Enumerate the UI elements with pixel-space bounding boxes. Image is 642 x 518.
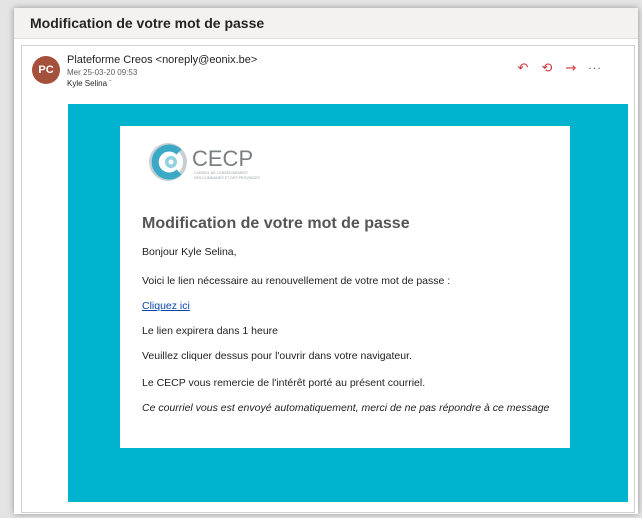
recipient-name: Kyle Selina	[67, 79, 108, 88]
logo-wordmark: CECP	[192, 146, 253, 171]
email-body-content: CECP CONSEIL DE L'ENSEIGNEMENT DES COMMU…	[120, 126, 570, 448]
message-window: Modification de votre mot de passe PC Pl…	[14, 8, 638, 514]
instruction-text: Veuillez cliquer dessus pour l'ouvrir da…	[142, 350, 412, 362]
cecp-logo: CECP CONSEIL DE L'ENSEIGNEMENT DES COMMU…	[149, 143, 260, 181]
body-heading: Modification de votre mot de passe	[142, 215, 410, 232]
greeting: Bonjour Kyle Selina,	[142, 246, 237, 258]
forward-icon[interactable]: →	[563, 62, 579, 75]
recipient[interactable]: Kyle Selina ˇ	[67, 79, 112, 88]
reply-all-icon[interactable]: ⟲	[539, 62, 555, 75]
message-card: PC Plateforme Creos <noreply@eonix.be> M…	[21, 45, 635, 513]
email-body-background: CECP CONSEIL DE L'ENSEIGNEMENT DES COMMU…	[68, 104, 628, 502]
subject-bar: Modification de votre mot de passe	[14, 8, 638, 39]
email-subject: Modification de votre mot de passe	[30, 15, 265, 31]
chevron-down-icon[interactable]: ˇ	[109, 79, 112, 88]
expiry-text: Le lien expirera dans 1 heure	[142, 325, 279, 337]
sender-name[interactable]: Plateforme Creos <noreply@eonix.be>	[67, 54, 257, 66]
automatic-notice: Ce courriel vous est envoyé automatiquem…	[142, 402, 550, 414]
logo-subtext-1: CONSEIL DE L'ENSEIGNEMENT	[194, 171, 249, 175]
thanks-text: Le CECP vous remercie de l'intérêt porté…	[142, 377, 426, 389]
more-options-icon[interactable]: ···	[587, 62, 603, 75]
sender-avatar[interactable]: PC	[32, 56, 60, 84]
reset-link[interactable]: Cliquez ici	[142, 300, 190, 312]
reply-icon[interactable]: ↶	[515, 62, 531, 75]
message-actions: ↶ ⟲ → ···	[515, 58, 603, 78]
intro-text: Voici le lien nécessaire au renouvelleme…	[142, 275, 451, 287]
logo-subtext-2: DES COMMUNES ET DES PROVINCES	[194, 176, 260, 180]
sent-date: Mer 25-03-20 09:53	[67, 68, 138, 77]
